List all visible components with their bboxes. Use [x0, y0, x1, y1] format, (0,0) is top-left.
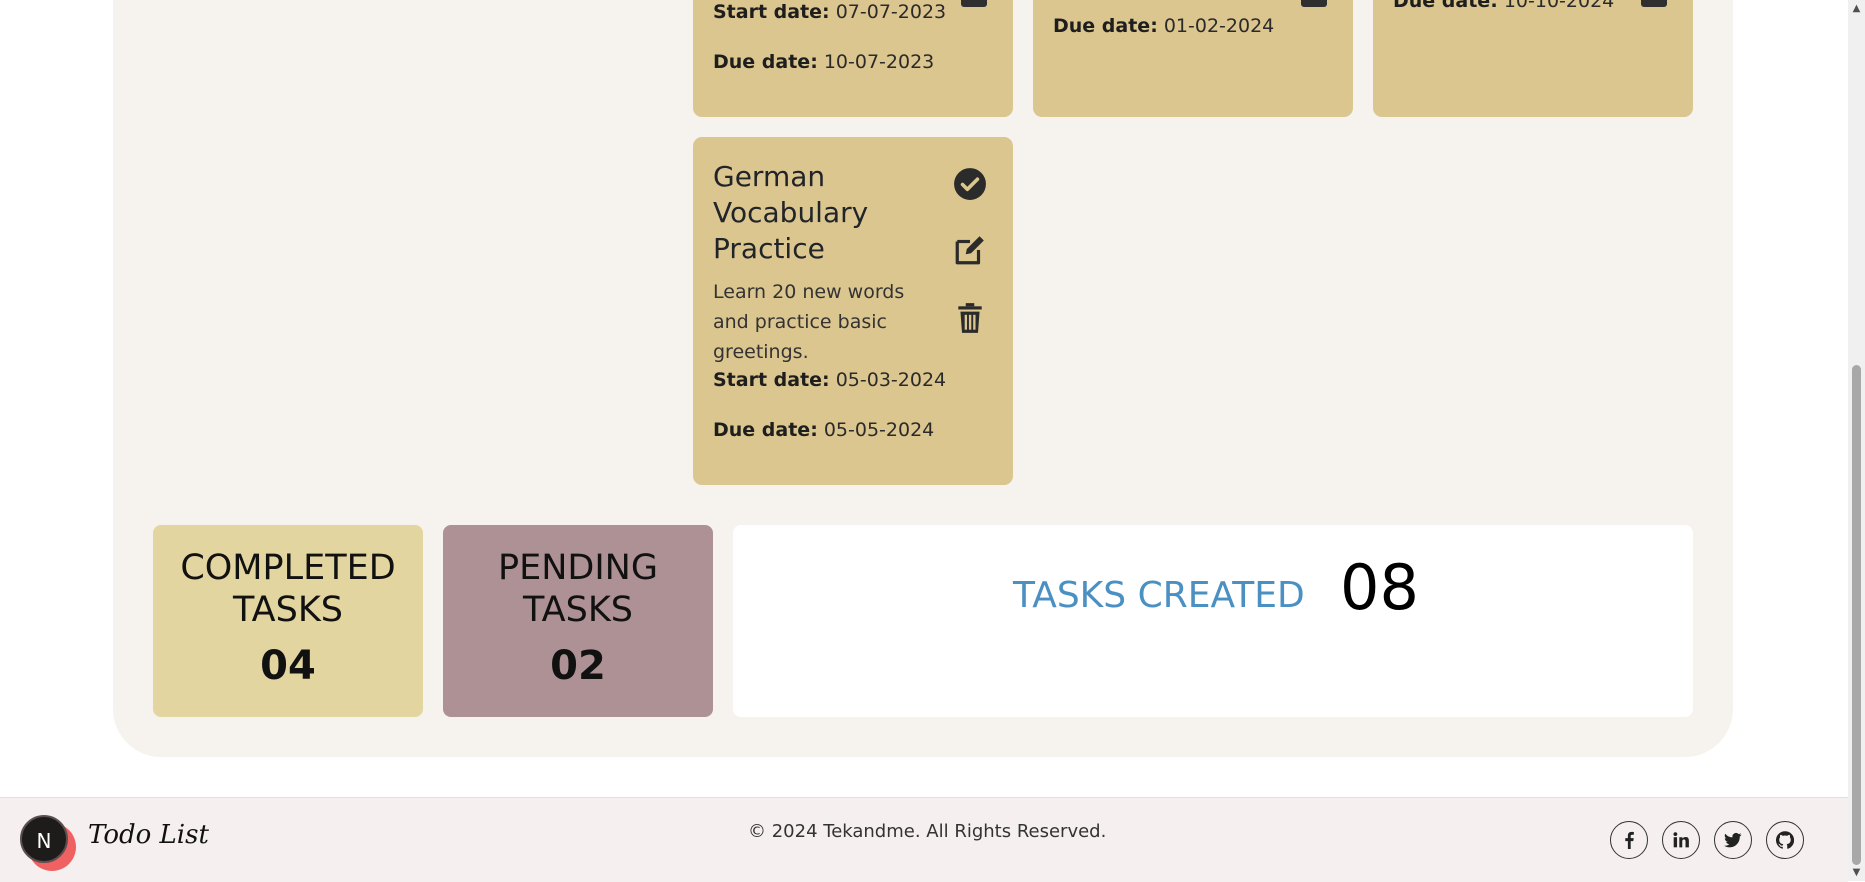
- tasks-created-card: TASKS CREATED 08: [733, 525, 1693, 717]
- completed-tasks-count: 04: [260, 643, 316, 689]
- task-title: German Vocabulary Practice: [713, 160, 869, 265]
- due-date: Due date: 10-07-2023: [713, 51, 935, 73]
- trash-icon[interactable]: [1301, 0, 1327, 7]
- github-icon[interactable]: [1766, 821, 1804, 859]
- trash-icon[interactable]: [1641, 0, 1667, 7]
- start-date: Start date: 05-03-2024: [713, 369, 947, 391]
- copyright-text: © 2024 Tekandme. All Rights Reserved.: [748, 821, 1107, 842]
- task-card: Due date: 01-02-2024: [1033, 0, 1353, 117]
- scroll-down-arrow-icon[interactable]: ▼: [1851, 867, 1862, 878]
- due-date: Due date: 01-02-2024: [1053, 15, 1275, 37]
- brand-name[interactable]: Todo List: [88, 820, 209, 850]
- pending-tasks-label: PENDING TASKS: [498, 548, 658, 630]
- facebook-icon[interactable]: [1610, 821, 1648, 859]
- due-date: Due date: 05-05-2024: [713, 419, 935, 441]
- tasks-created-label: TASKS CREATED: [1013, 575, 1305, 616]
- trash-icon[interactable]: [953, 301, 987, 335]
- twitter-icon[interactable]: [1714, 821, 1752, 859]
- logo[interactable]: N: [20, 815, 76, 871]
- task-card: Start date: 07-07-2023 Due date: 10-07-2…: [693, 0, 1013, 117]
- pending-tasks-count: 02: [550, 643, 606, 689]
- trash-icon[interactable]: [961, 0, 987, 7]
- tasks-created-count: 08: [1340, 551, 1419, 624]
- linkedin-icon[interactable]: [1662, 821, 1700, 859]
- scroll-up-arrow-icon[interactable]: ▲: [1851, 3, 1862, 14]
- pending-tasks-card: PENDING TASKS 02: [443, 525, 713, 717]
- due-date: Due date: 10-10-2024: [1393, 0, 1615, 12]
- completed-tasks-card: COMPLETED TASKS 04: [153, 525, 423, 717]
- start-date: Start date: 07-07-2023: [713, 1, 947, 23]
- task-card: German Vocabulary Practice Learn 20 new …: [693, 137, 1013, 485]
- task-description: Learn 20 new words and practice basic gr…: [713, 281, 905, 363]
- check-circle-icon[interactable]: [953, 167, 987, 201]
- logo-letter: N: [20, 815, 68, 863]
- completed-tasks-label: COMPLETED TASKS: [180, 548, 396, 630]
- task-card: Due date: 10-10-2024: [1373, 0, 1693, 117]
- vertical-scrollbar[interactable]: ▲ ▼: [1848, 0, 1865, 881]
- scrollbar-thumb[interactable]: [1852, 365, 1861, 865]
- footer: N Todo List © 2024 Tekandme. All Rights …: [0, 797, 1848, 882]
- edit-icon[interactable]: [953, 233, 987, 267]
